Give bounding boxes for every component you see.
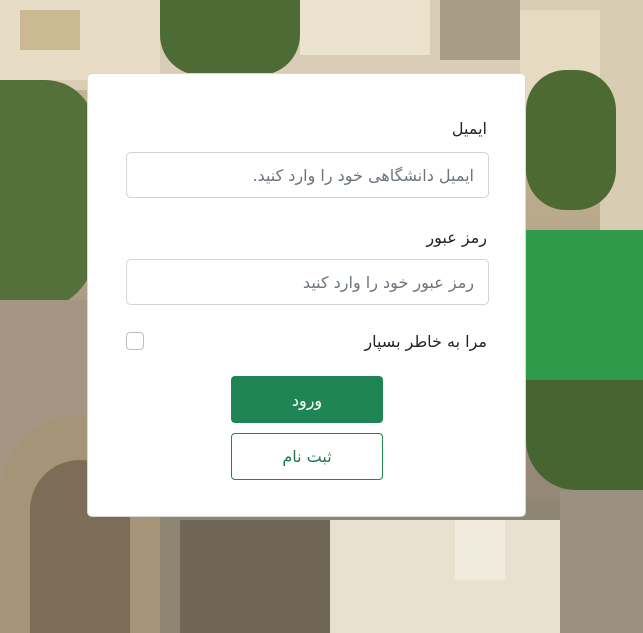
remember-me-checkbox[interactable]	[126, 332, 144, 350]
email-input[interactable]	[126, 152, 489, 198]
password-label: رمز عبور	[426, 228, 487, 247]
register-button[interactable]: ثبت نام	[231, 433, 383, 480]
remember-me-label: مرا به خاطر بسپار	[364, 332, 487, 351]
login-card: ایمیل رمز عبور مرا به خاطر بسپار ورود ثب…	[87, 73, 526, 517]
password-input[interactable]	[126, 259, 489, 305]
email-label: ایمیل	[451, 119, 487, 138]
login-button[interactable]: ورود	[231, 376, 383, 423]
